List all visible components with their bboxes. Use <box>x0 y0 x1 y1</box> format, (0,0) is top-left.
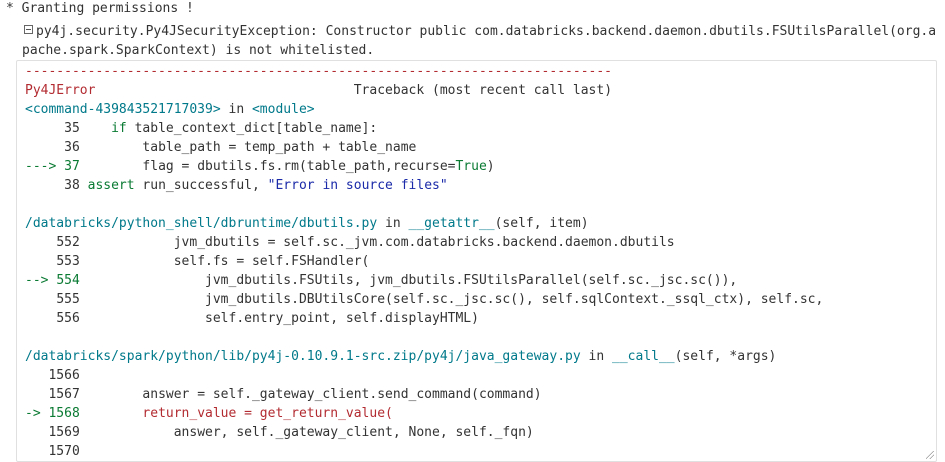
traceback-header: Py4JError Traceback (most recent call la… <box>25 81 936 100</box>
traceback-separator: ----------------------------------------… <box>25 64 612 79</box>
resize-handle[interactable] <box>926 451 934 459</box>
code-line: 553 self.fs = self.FSHandler( <box>56 254 370 269</box>
granting-permissions-text: * Granting permissions ! <box>6 1 194 16</box>
code-line: 1570 <box>48 444 80 459</box>
traceback-header-right: Traceback (most recent call last) <box>353 83 613 98</box>
exception-message: py4j.security.Py4JSecurityException: Con… <box>22 24 937 58</box>
code-line: 556 self.entry_point, self.displayHTML) <box>56 311 479 326</box>
code-line: 552 jvm_dbutils = self.sc._jvm.com.datab… <box>56 235 675 250</box>
frame-function: __call__ <box>612 349 675 364</box>
code-line: 35 if table_context_dict[table_name]: <box>64 121 378 136</box>
frame-location-line: <command-439843521717039> in <module> <box>25 102 315 117</box>
code-line: 1567 answer = self._gateway_client.send_… <box>48 387 542 402</box>
frame-location[interactable]: /databricks/python_shell/dbruntime/dbuti… <box>25 216 377 231</box>
frame-location[interactable]: <command-439843521717039> <box>25 102 221 117</box>
code-line-current: --> 554 jvm_dbutils.FSUtils, jvm_dbutils… <box>25 273 738 288</box>
frame-location-line: /databricks/python_shell/dbruntime/dbuti… <box>25 216 589 231</box>
code-line-current: ---> 37 flag = dbutils.fs.rm(table_path,… <box>25 159 495 174</box>
code-line: 38 assert run_successful, "Error in sour… <box>64 178 448 193</box>
code-line: 1566 <box>48 368 80 383</box>
code-line: 555 jvm_dbutils.DBUtilsCore(self.sc._jsc… <box>56 292 824 307</box>
code-line: 36 table_path = temp_path + table_name <box>64 140 417 155</box>
traceback-content: ----------------------------------------… <box>25 62 936 461</box>
frame-location-line: /databricks/spark/python/lib/py4j-0.10.9… <box>25 349 777 364</box>
error-name: Py4JError <box>25 83 96 98</box>
frame-location[interactable]: /databricks/spark/python/lib/py4j-0.10.9… <box>25 349 581 364</box>
frame-function: __getattr__ <box>408 216 495 231</box>
traceback-output[interactable]: ----------------------------------------… <box>16 60 937 462</box>
code-line: 1569 answer, self._gateway_client, None,… <box>48 425 534 440</box>
frame-function: <module> <box>251 102 315 117</box>
code-line-current: -> 1568 return_value = get_return_value( <box>25 406 393 421</box>
